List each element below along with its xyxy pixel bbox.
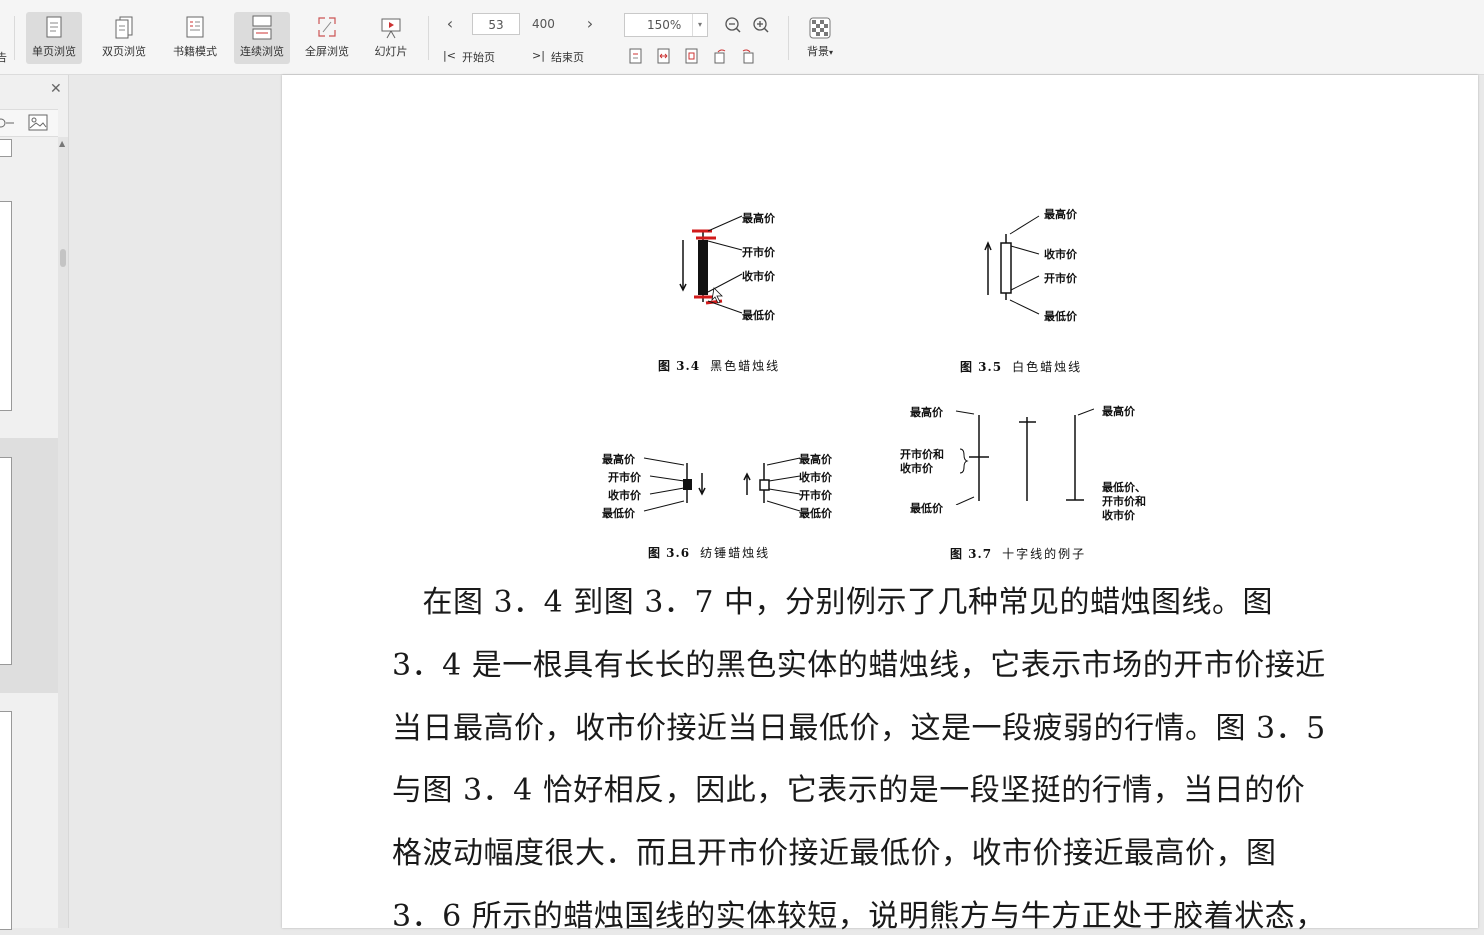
fig35-label-high: 最高价 (1044, 208, 1077, 221)
double-page-icon (115, 16, 133, 39)
black-candlestick-figure (679, 215, 743, 314)
body-text-line: 3．6 所示的蜡烛国线的实体较短，说明熊方与牛方正处于胶着状态， (392, 899, 1326, 934)
fig37-label-high-right: 最高价 (1102, 405, 1135, 418)
double-page-view-button[interactable]: 双页浏览 (96, 12, 152, 64)
fig36-left-label-low: 最低价 (602, 507, 635, 520)
fig35-label-close: 收市价 (1044, 248, 1077, 261)
thumbnail-sidebar: ✕ ▲ (0, 75, 69, 930)
slideshow-icon (381, 18, 401, 39)
body-text-line: 与图 3．4 恰好相反，因此，它表示的是一段坚挺的行情，当日的价 (392, 773, 1306, 808)
checkerboard-icon (809, 17, 831, 39)
fig35-label-open: 开市价 (1044, 272, 1077, 285)
fit-page-icon[interactable] (628, 48, 644, 64)
fullscreen-label: 全屏浏览 (305, 45, 349, 58)
page-thumbnail-current[interactable] (0, 457, 12, 665)
fig37-label-open-close-2: 收市价 (900, 462, 933, 475)
white-candlestick-figure (984, 215, 1040, 315)
page-thumbnail[interactable] (0, 711, 12, 930)
slideshow-button[interactable]: 幻灯片 (366, 12, 416, 64)
fig36-caption: 图 3.6 纺锤蜡烛线 (648, 546, 771, 560)
slideshow-label: 幻灯片 (374, 45, 408, 58)
fullscreen-icon (318, 17, 336, 37)
fig35-caption: 图 3.5 白色蜡烛线 (960, 360, 1083, 374)
fig37-label-high-left: 最高价 (910, 406, 943, 419)
first-page-icon: |< (443, 49, 456, 62)
prev-page-icon[interactable]: ‹ (442, 14, 458, 33)
sidebar-scrollbar[interactable]: ▲ (58, 137, 68, 928)
single-page-label: 单页浏览 (32, 45, 76, 58)
scrollbar-thumb[interactable] (60, 249, 66, 267)
background-button[interactable]: 背景▾ (800, 12, 840, 64)
fig34-label-low: 最低价 (742, 309, 775, 322)
fig34-label-close: 收市价 (742, 270, 775, 283)
continuous-label: 连续浏览 (240, 45, 284, 58)
body-text-line: 格波动幅度很大．而且开市价接近最低价，收市价接近最高价，图 (392, 836, 1277, 871)
background-label: 背景▾ (806, 45, 833, 58)
fig37-caption: 图 3.7 十字线的例子 (950, 547, 1087, 561)
next-page-icon[interactable]: › (582, 14, 598, 33)
fig34-label-high: 最高价 (742, 212, 775, 225)
book-mode-button[interactable]: 书籍模式 (166, 12, 224, 64)
total-pages: 400 (532, 17, 555, 31)
body-text-line: 在图 3．4 到图 3．7 中，分别例示了几种常见的蜡烛图线。图 (392, 585, 1273, 620)
fig36-left-label-close: 收市价 (608, 489, 641, 502)
fig36-right-label-low: 最低价 (799, 507, 832, 520)
fig34-label-open: 开市价 (742, 246, 775, 259)
close-icon[interactable]: ✕ (50, 81, 62, 97)
chevron-down-icon: ▾ (692, 14, 707, 36)
continuous-icon (252, 15, 272, 40)
separator (14, 16, 15, 60)
last-page-icon: >| (532, 49, 545, 62)
fig37-label-low-left: 最低价 (910, 502, 943, 515)
body-text-line: 当日最高价，收市价接近当日最低价，这是一段疲弱的行情。图 3．5 (392, 711, 1326, 746)
fig37-label-low-open-close-3: 收市价 (1102, 509, 1135, 522)
book-mode-label: 书籍模式 (173, 45, 217, 58)
fig36-right-label-open: 开市价 (799, 489, 832, 502)
toolbar: 告 单页浏览 双页浏览 书籍模式 连续浏览 全屏浏览 幻灯片 ‹ 53 400 … (0, 0, 1484, 75)
separator (428, 16, 429, 60)
fig34-caption: 图 3.4 黑色蜡烛线 (658, 359, 781, 373)
double-page-label: 双页浏览 (102, 45, 146, 58)
rotate-right-icon[interactable] (740, 48, 756, 64)
body-text-line: 3．4 是一根具有长长的黑色实体的蜡烛线，它表示市场的开市价接近 (392, 648, 1326, 683)
sidebar-tabs (0, 109, 58, 137)
page-thumbnail[interactable] (0, 139, 12, 157)
image-icon[interactable] (28, 114, 48, 131)
doji-figure (955, 408, 1094, 505)
scroll-up-icon[interactable]: ▲ (59, 139, 65, 148)
page-number-input[interactable]: 53 (472, 13, 520, 35)
single-page-icon (46, 16, 62, 38)
fig36-right-label-close: 收市价 (799, 471, 832, 484)
fig36-left-label-high: 最高价 (602, 453, 635, 466)
zoom-value: 150% (647, 18, 682, 32)
document-page: 最高价 开市价 收市价 最低价 图 3.4 黑色蜡烛线 最高价 收市价 开市价 最… (282, 75, 1478, 934)
zoom-select[interactable]: 150% ▾ (624, 13, 708, 37)
outline-tab-icon[interactable] (0, 116, 16, 130)
actual-size-icon[interactable] (684, 48, 700, 64)
zoom-out-icon[interactable] (724, 16, 742, 34)
separator (788, 16, 789, 60)
single-page-view-button[interactable]: 单页浏览 (26, 12, 82, 64)
continuous-view-button[interactable]: 连续浏览 (234, 12, 290, 64)
toolbar-left-edge-char: 告 (0, 51, 7, 64)
fig35-label-low: 最低价 (1044, 310, 1077, 323)
book-mode-icon (186, 16, 204, 38)
first-page-label: 开始页 (462, 51, 495, 64)
rotate-left-icon[interactable] (712, 48, 728, 64)
fig36-right-label-high: 最高价 (799, 453, 832, 466)
fig36-left-label-open: 开市价 (608, 471, 641, 484)
fullscreen-button[interactable]: 全屏浏览 (300, 12, 354, 64)
fit-width-icon[interactable] (656, 48, 672, 64)
page-thumbnail[interactable] (0, 201, 12, 411)
last-page-label: 结束页 (551, 51, 584, 64)
zoom-in-icon[interactable] (752, 16, 770, 34)
